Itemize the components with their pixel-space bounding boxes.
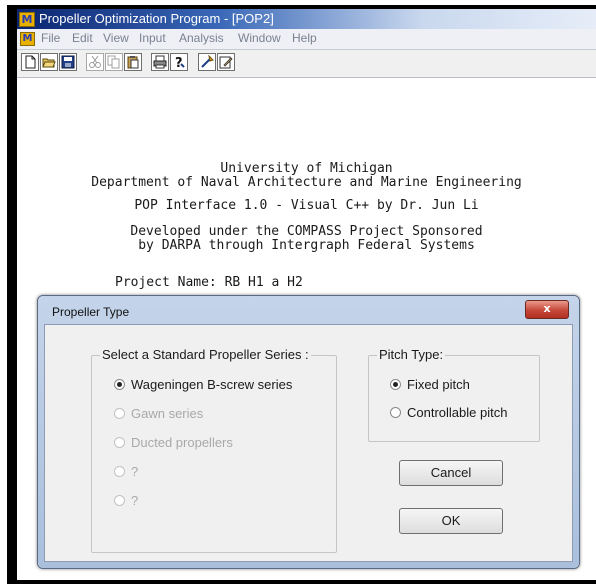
department-line: Department of Naval Architecture and Mar… <box>91 175 522 190</box>
menu-file[interactable]: File <box>41 31 60 46</box>
radio-unknown-1: ? <box>114 464 138 480</box>
radio-fixed-pitch[interactable]: Fixed pitch <box>390 377 470 393</box>
series-group: Select a Standard Propeller Series : Wag… <box>91 347 337 553</box>
svg-text:?: ? <box>175 56 183 69</box>
radio-empty-icon <box>390 407 401 418</box>
pitch-group-label: Pitch Type: <box>377 347 446 363</box>
menu-analysis[interactable]: Analysis <box>179 31 224 46</box>
sponsor-line-2: by DARPA through Intergraph Federal Syst… <box>138 238 475 253</box>
menu-input[interactable]: Input <box>139 31 166 46</box>
radio-empty-icon <box>114 437 125 448</box>
radio-controllable-pitch[interactable]: Controllable pitch <box>390 405 507 421</box>
menu-window[interactable]: Window <box>238 31 281 46</box>
propeller-type-dialog: Propeller Type x Select a Standard Prope… <box>37 295 580 569</box>
help-icon[interactable]: ? <box>170 53 188 71</box>
pitch-group: Pitch Type: Fixed pitch Controllable pit… <box>368 347 540 442</box>
ok-button[interactable]: OK <box>399 508 503 534</box>
open-folder-icon[interactable] <box>40 53 58 71</box>
cut-icon[interactable] <box>86 53 104 71</box>
menu-help[interactable]: Help <box>292 31 317 46</box>
radio-gawn: Gawn series <box>114 406 203 422</box>
radio-empty-icon <box>114 466 125 477</box>
interface-line: POP Interface 1.0 - Visual C++ by Dr. Ju… <box>134 198 479 213</box>
save-icon[interactable] <box>59 53 77 71</box>
menu-bar: M File Edit View Input Analysis Window H… <box>17 29 596 50</box>
radio-unknown-2: ? <box>114 493 138 509</box>
dialog-title: Propeller Type <box>52 305 130 319</box>
window-title: Propeller Optimization Program - [POP2] <box>39 11 274 26</box>
app-logo-icon: M <box>19 12 35 27</box>
radio-wageningen[interactable]: Wageningen B-screw series <box>114 377 292 393</box>
close-icon[interactable]: x <box>525 300 569 319</box>
radio-controllable-pitch-label: Controllable pitch <box>407 405 508 420</box>
new-file-icon[interactable] <box>21 53 39 71</box>
edit-icon[interactable] <box>217 53 235 71</box>
radio-empty-icon <box>114 408 125 419</box>
radio-empty-icon <box>114 495 125 506</box>
radio-ducted-label: Ducted propellers <box>131 435 233 450</box>
toolbar: ? <box>17 50 596 78</box>
print-icon[interactable] <box>151 53 169 71</box>
document-menu-icon[interactable]: M <box>20 32 35 46</box>
radio-selected-icon <box>390 379 401 390</box>
copy-icon[interactable] <box>105 53 123 71</box>
radio-fixed-pitch-label: Fixed pitch <box>407 377 470 392</box>
wizard-icon[interactable] <box>198 53 216 71</box>
menu-edit[interactable]: Edit <box>72 31 93 46</box>
title-bar[interactable]: M Propeller Optimization Program - [POP2… <box>17 9 596 29</box>
radio-wageningen-label: Wageningen B-screw series <box>131 377 293 392</box>
radio-ducted: Ducted propellers <box>114 435 233 451</box>
menu-view[interactable]: View <box>103 31 129 46</box>
radio-gawn-label: Gawn series <box>131 406 204 421</box>
series-group-label: Select a Standard Propeller Series : <box>100 347 311 363</box>
radio-unknown-1-label: ? <box>131 464 139 479</box>
paste-icon[interactable] <box>124 53 142 71</box>
dialog-body: Select a Standard Propeller Series : Wag… <box>44 324 573 562</box>
radio-selected-icon <box>114 379 125 390</box>
cancel-button[interactable]: Cancel <box>399 460 503 486</box>
project-name: Project Name: RB H1 a H2 <box>115 275 303 290</box>
radio-unknown-2-label: ? <box>131 493 139 508</box>
